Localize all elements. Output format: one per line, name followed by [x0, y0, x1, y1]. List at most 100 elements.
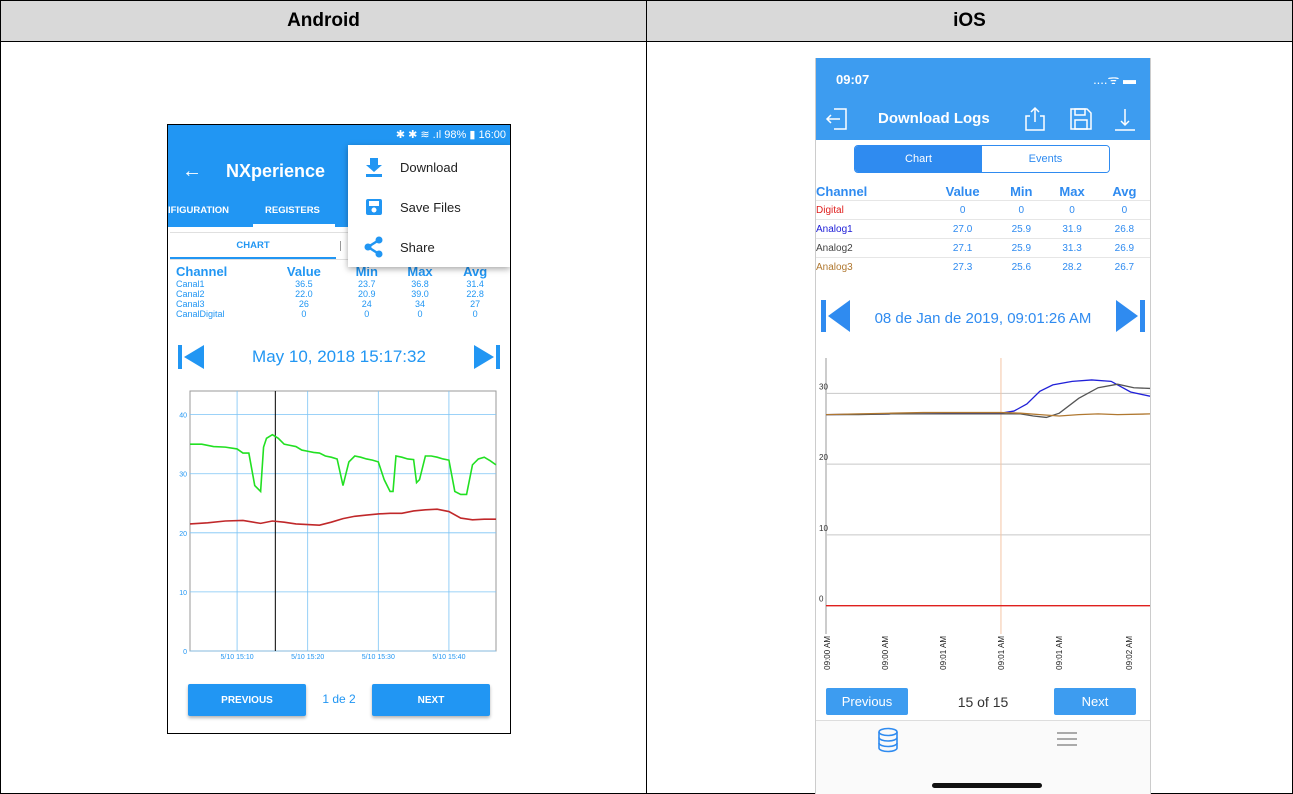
segment-chart[interactable]: CHART: [170, 233, 336, 259]
home-indicator: [932, 783, 1042, 788]
table-row: Canal3 26 24 34 27: [176, 299, 502, 309]
y-tick-label: 30: [179, 472, 187, 479]
back-arrow-icon[interactable]: ←: [182, 160, 202, 183]
avg-cell: 26.8: [1098, 219, 1150, 239]
menu-item-download[interactable]: Download: [348, 147, 510, 187]
ios-current-date: 08 de Jan de 2019, 09:01:26 AM: [874, 310, 1092, 327]
next-arrow-icon[interactable]: [472, 343, 502, 371]
channel-name: Canal2: [176, 289, 205, 299]
value-cell: 22.0: [295, 289, 313, 299]
android-column-header: Android: [1, 1, 646, 42]
database-icon[interactable]: [876, 727, 900, 753]
min-cell: 0: [364, 309, 370, 319]
exit-icon[interactable]: [824, 106, 850, 132]
channel-name: CanalDigital: [176, 309, 225, 319]
channel-name: Canal1: [176, 279, 205, 289]
share-icon: [362, 235, 386, 259]
value-cell: 0: [928, 200, 998, 220]
segment-events[interactable]: Events: [982, 146, 1109, 172]
value-cell: 27.1: [928, 238, 998, 258]
y-tick-label: 40: [179, 413, 187, 420]
value-cell: 27.0: [928, 219, 998, 239]
min-cell: 20.9: [358, 289, 376, 299]
table-header-row: Channel Value Min Max Avg: [176, 265, 502, 279]
tab-configuration[interactable]: IFIGURATION: [168, 205, 229, 216]
channel-name: Digital: [816, 200, 928, 220]
ios-segment-control: Chart Events: [854, 145, 1110, 173]
max-cell: 31.3: [1045, 238, 1099, 258]
table-row: CanalDigital 0 0 0 0: [176, 309, 502, 319]
menu-item-share[interactable]: Share: [348, 227, 510, 267]
value-cell: 36.5: [295, 279, 313, 289]
value-cell: 26: [298, 299, 309, 309]
share-icon[interactable]: [1022, 106, 1048, 132]
avg-cell: 26.7: [1098, 257, 1150, 276]
table-row: Canal2 22.0 20.9 39.0 22.8: [176, 289, 502, 299]
col-max: Max: [407, 264, 433, 279]
next-arrow-icon[interactable]: [1114, 298, 1146, 334]
android-previous-button[interactable]: PREVIOUS: [188, 684, 306, 716]
avg-cell: 0: [1098, 200, 1150, 220]
download-icon[interactable]: [1112, 106, 1138, 132]
max-cell: 28.2: [1045, 257, 1099, 276]
segment-divider: [340, 241, 341, 251]
col-min: Min: [1010, 183, 1033, 199]
min-cell: 23.7: [358, 279, 376, 289]
max-cell: 0: [417, 309, 423, 319]
y-tick-label: 0: [183, 649, 187, 656]
menu-item-label: Save Files: [400, 199, 461, 215]
series-line: [825, 379, 1150, 416]
col-channel: Channel: [176, 264, 228, 279]
save-icon[interactable]: [1068, 106, 1094, 132]
table-header-row: Channel Value Min Max Avg: [816, 182, 1150, 201]
col-value: Value: [286, 264, 321, 279]
x-tick-label: 09:02 AM: [1125, 636, 1134, 670]
channel-name: Analog2: [816, 238, 928, 258]
list-icon[interactable]: [1056, 731, 1078, 747]
segment-chart[interactable]: Chart: [855, 146, 982, 172]
ios-status-icons: ....ᯤ ▬: [1093, 72, 1136, 87]
channel-name: Analog3: [816, 257, 928, 276]
max-cell: 36.8: [411, 279, 429, 289]
min-cell: 25.6: [997, 257, 1046, 276]
android-next-button[interactable]: NEXT: [372, 684, 490, 716]
col-max: Max: [1059, 183, 1085, 199]
avg-cell: 22.8: [466, 289, 484, 299]
ios-chart[interactable]: 0 10 20 30 09:00 AM 09:00 AM 09:01 AM 09:01 AM 0…: [816, 354, 1150, 684]
ios-screen: 09:07 ....ᯤ ▬ Download Logs Chart Events…: [815, 58, 1151, 794]
android-chart[interactable]: 0 10 20 30 40 5/10 15:10 5/10 15:20 5/10 15:30 5…: [168, 387, 510, 667]
value-cell: 27.3: [928, 257, 998, 276]
table-row: Canal1 36.5 23.7 36.8 31.4: [176, 279, 502, 289]
min-cell: 0: [997, 200, 1046, 220]
ios-status-time: 09:07: [836, 72, 870, 87]
col-value: Value: [945, 183, 980, 199]
col-avg: Avg: [1112, 183, 1137, 199]
android-status-bar: ✱ ✱ ≋ .ıl 98% ▮ 16:00: [395, 129, 506, 141]
avg-cell: 27: [470, 299, 481, 309]
ios-title: Download Logs: [878, 110, 990, 127]
ios-next-button[interactable]: Next: [1054, 688, 1136, 715]
android-date-nav: May 10, 2018 15:17:32: [168, 341, 510, 373]
menu-item-label: Download: [400, 159, 458, 175]
x-tick-label: 09:01 AM: [939, 636, 948, 670]
tab-registers[interactable]: REGISTERS: [265, 205, 320, 216]
tab-indicator: [253, 224, 335, 227]
table-row: Analog2 27.1 25.9 31.3 26.9: [816, 238, 1150, 258]
max-cell: 31.9: [1045, 219, 1099, 239]
channel-name: Analog1: [816, 219, 928, 239]
value-cell: 0: [301, 309, 307, 319]
channel-name: Canal3: [176, 299, 205, 309]
ios-previous-button[interactable]: Previous: [826, 688, 908, 715]
y-tick-label: 0: [819, 595, 824, 604]
x-tick-label: 5/10 15:30: [362, 654, 395, 661]
table-row: Analog3 27.3 25.6 28.2 26.7: [816, 257, 1150, 276]
x-tick-label: 09:00 AM: [823, 636, 832, 670]
ios-page-indicator: 15 of 15: [957, 694, 1009, 710]
menu-item-save-files[interactable]: Save Files: [348, 187, 510, 227]
android-current-date: May 10, 2018 15:17:32: [252, 347, 426, 366]
max-cell: 0: [1045, 200, 1099, 220]
ios-nav-bar: 09:07 ....ᯤ ▬ Download Logs: [816, 58, 1150, 140]
col-channel: Channel: [816, 183, 868, 199]
y-tick-label: 30: [819, 382, 828, 391]
avg-cell: 31.4: [466, 279, 484, 289]
